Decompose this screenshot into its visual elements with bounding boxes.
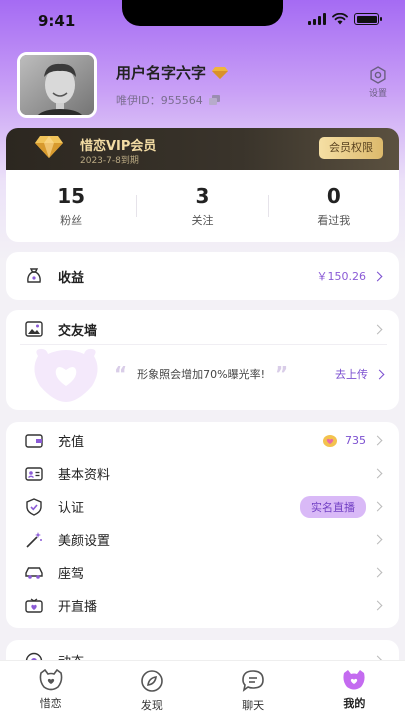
- money-bag-icon: [24, 266, 44, 286]
- tab-label: 我的: [343, 697, 366, 710]
- earnings-label: 收益: [58, 270, 85, 286]
- earnings-right: ￥150.26: [316, 268, 383, 284]
- chevron-right-icon: [372, 271, 383, 281]
- vip-rights-button[interactable]: 会员权限: [319, 137, 383, 159]
- chevron-right-icon: [372, 435, 383, 446]
- cat-heart-active-icon: [343, 670, 365, 690]
- username-row: 用户名字六字: [116, 62, 229, 83]
- tab-discover[interactable]: 发现: [101, 661, 202, 720]
- stats-card: 15 粉丝 3 关注 0 看过我: [6, 170, 399, 242]
- avatar-photo: [20, 55, 94, 115]
- id-card-icon: [24, 464, 44, 484]
- user-id-row: 唯伊ID：955564: [116, 92, 220, 108]
- tab-bar: 惜恋 发现 聊天 我的: [0, 660, 405, 720]
- recharge-right: 735: [323, 434, 383, 447]
- chat-bubble-icon: [242, 670, 264, 692]
- earnings-row[interactable]: 收益 ￥150.26: [6, 252, 399, 300]
- stat-value: 0: [326, 184, 341, 208]
- menu-label: 美颜设置: [58, 534, 111, 549]
- upload-link[interactable]: 去上传: [335, 366, 385, 382]
- menu-item-recharge[interactable]: 充值 735: [6, 424, 399, 457]
- menu-item-live[interactable]: 开直播: [6, 589, 399, 622]
- status-icons: [308, 13, 382, 25]
- stat-visitors[interactable]: 0 看过我: [269, 184, 399, 228]
- menu-label: 座驾: [58, 567, 85, 582]
- menu-item-verify[interactable]: 认证 实名直播: [6, 490, 399, 523]
- avatar[interactable]: [17, 52, 97, 118]
- stat-label: 关注: [191, 214, 214, 227]
- settings-button[interactable]: 设置: [369, 66, 387, 99]
- tab-label: 惜恋: [39, 697, 62, 710]
- battery-icon: [354, 13, 382, 25]
- stat-value: 3: [195, 184, 210, 208]
- earnings-amount: ￥150.26: [316, 270, 367, 283]
- quote-close-icon: ”: [275, 362, 289, 386]
- vip-diamond-icon: [212, 66, 229, 79]
- copy-icon[interactable]: [208, 95, 220, 105]
- menu-item-basic-info[interactable]: 基本资料: [6, 457, 399, 490]
- chevron-right-icon: [372, 501, 383, 512]
- chevron-right-icon: [374, 369, 385, 379]
- stat-fans[interactable]: 15 粉丝: [6, 184, 136, 228]
- wifi-icon: [332, 13, 348, 25]
- friend-wall-row[interactable]: 交友墙: [6, 312, 399, 346]
- device-notch: [122, 0, 283, 26]
- stat-value: 15: [57, 184, 86, 208]
- menu-label: 充值: [58, 435, 85, 450]
- user-id: 唯伊ID：955564: [116, 94, 203, 107]
- earnings-card[interactable]: 收益 ￥150.26: [6, 252, 399, 300]
- vip-expire-date: 2023-7-8到期: [80, 156, 139, 166]
- settings-label: 设置: [368, 89, 387, 99]
- verify-right: 实名直播: [300, 495, 383, 518]
- coin-heart-icon: [323, 434, 337, 447]
- divider: [20, 344, 387, 345]
- stat-following[interactable]: 3 关注: [137, 184, 267, 228]
- menu-item-vehicle[interactable]: 座驾: [6, 556, 399, 589]
- menu-label: 基本资料: [58, 468, 111, 483]
- friend-wall-label: 交友墙: [58, 323, 98, 339]
- recharge-value: 735: [345, 434, 366, 447]
- chevron-right-icon: [372, 468, 383, 479]
- vip-card[interactable]: 惜恋VIP会员 2023-7-8到期 会员权限: [6, 128, 399, 170]
- menu-label: 认证: [58, 501, 85, 516]
- quote-open-icon: “: [114, 362, 128, 386]
- username: 用户名字六字: [116, 64, 207, 82]
- magic-wand-icon: [24, 530, 44, 550]
- image-icon: [24, 319, 44, 339]
- friend-wall-tip-row: “ 形象照会增加70%曝光率! ”: [114, 362, 289, 386]
- upload-label: 去上传: [335, 368, 368, 381]
- tv-heart-icon: [24, 596, 44, 616]
- chevron-right-icon: [372, 324, 383, 334]
- chevron-right-icon: [372, 600, 383, 611]
- car-icon: [24, 563, 44, 583]
- menu-card: 充值 735 基本资料 认证 实名直播 美颜设置 座驾 开直播: [6, 422, 399, 628]
- chevron-right-icon: [372, 567, 383, 578]
- tab-mine[interactable]: 我的: [304, 661, 405, 720]
- stat-label: 看过我: [317, 214, 351, 227]
- cat-heart-icon: [39, 669, 62, 691]
- friend-wall-tip: 形象照会增加70%曝光率!: [137, 368, 266, 381]
- tab-home[interactable]: 惜恋: [0, 661, 101, 720]
- friend-wall-card: 交友墙 “ 形象照会增加70%曝光率! ” 去上传: [6, 310, 399, 410]
- status-bar: 9:41: [0, 0, 405, 44]
- vip-title: 惜恋VIP会员: [80, 139, 157, 154]
- vip-diamond-icon: [35, 136, 63, 158]
- shield-check-icon: [24, 497, 44, 517]
- heart-illustration-icon: [34, 348, 98, 402]
- stat-label: 粉丝: [60, 214, 83, 227]
- chevron-right-icon: [372, 534, 383, 545]
- tab-label: 聊天: [242, 699, 265, 712]
- status-time: 9:41: [38, 12, 76, 30]
- wallet-icon: [24, 431, 44, 451]
- settings-icon: [370, 66, 386, 84]
- menu-label: 开直播: [58, 600, 98, 615]
- menu-item-beauty[interactable]: 美颜设置: [6, 523, 399, 556]
- signal-icon: [308, 13, 326, 25]
- tab-chat[interactable]: 聊天: [203, 661, 304, 720]
- tab-label: 发现: [140, 699, 163, 712]
- verify-badge: 实名直播: [300, 495, 366, 518]
- compass-icon: [141, 670, 163, 692]
